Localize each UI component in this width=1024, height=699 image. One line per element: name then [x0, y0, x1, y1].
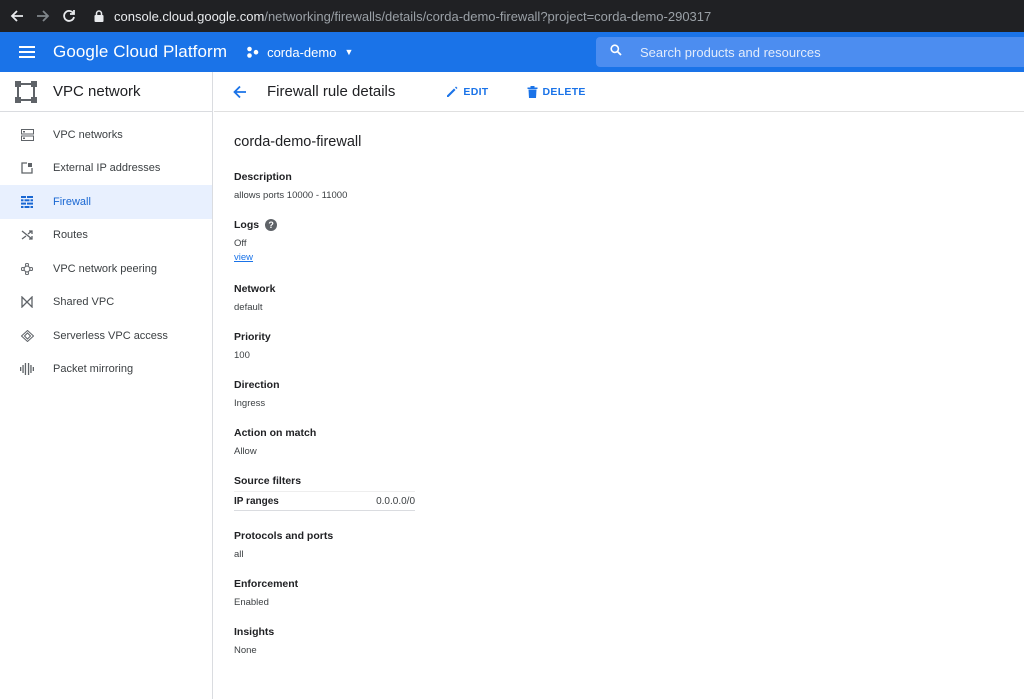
sidebar-item-routes[interactable]: Routes: [0, 219, 212, 253]
view-logs-link[interactable]: view: [234, 252, 734, 263]
main-content: Firewall rule details EDIT DELETE corda-…: [214, 72, 1024, 699]
ip-ranges-row: IP ranges 0.0.0.0/0: [234, 491, 415, 511]
sidebar-item-firewall[interactable]: Firewall: [0, 185, 212, 219]
logs-field: Logs ? Off view: [234, 218, 734, 263]
menu-icon[interactable]: [0, 32, 54, 72]
packet-mirroring-icon: [20, 362, 34, 376]
help-icon[interactable]: ?: [265, 218, 278, 231]
address-bar[interactable]: console.cloud.google.com/networking/fire…: [86, 3, 1016, 29]
page-title: Firewall rule details: [267, 83, 396, 100]
routes-icon: [20, 228, 34, 242]
trash-icon: [527, 85, 538, 98]
sidebar-item-external-ip[interactable]: External IP addresses: [0, 152, 212, 186]
project-icon: [246, 45, 260, 59]
sidebar-item-label: Serverless VPC access: [53, 329, 168, 342]
field-value: all: [234, 549, 244, 560]
field-label: Priority: [234, 330, 271, 343]
field-value: Ingress: [234, 398, 266, 409]
enforcement-field: Enforcement Enabled: [234, 577, 734, 609]
field-value: default: [234, 302, 263, 313]
shared-vpc-icon: [20, 295, 34, 309]
field-label-row: Logs ?: [234, 218, 734, 231]
insights-field: Insights None: [234, 625, 734, 657]
edit-button[interactable]: EDIT: [446, 86, 488, 98]
field-value: Enabled: [234, 597, 269, 608]
field-label: Direction: [234, 378, 280, 391]
sidebar-item-label: VPC network peering: [53, 262, 157, 275]
rule-name: corda-demo-firewall: [234, 134, 362, 150]
action-field: Action on match Allow: [234, 426, 734, 458]
search-box[interactable]: [596, 37, 1024, 67]
vpc-network-icon: [14, 80, 38, 104]
search-icon: [610, 43, 622, 61]
search-input[interactable]: [640, 44, 1000, 60]
rule-details: corda-demo-firewall Description allows p…: [234, 134, 734, 673]
priority-field: Priority 100: [234, 330, 734, 362]
serverless-vpc-icon: [20, 329, 34, 343]
back-arrow-icon[interactable]: [4, 0, 30, 32]
peering-icon: [20, 262, 34, 276]
field-value: None: [234, 645, 257, 656]
field-label: Network: [234, 282, 276, 295]
reload-icon[interactable]: [56, 0, 82, 32]
field-label: Source filters: [234, 474, 302, 487]
browser-toolbar: console.cloud.google.com/networking/fire…: [0, 0, 1024, 32]
firewall-icon: [20, 195, 34, 209]
field-label: Logs: [234, 218, 260, 231]
sidebar: VPC network VPC networks External IP add…: [0, 72, 213, 699]
sidebar-item-label: VPC networks: [53, 128, 123, 141]
sidebar-item-label: Routes: [53, 229, 88, 242]
ip-ranges-label: IP ranges: [234, 495, 279, 507]
sidebar-item-label: External IP addresses: [53, 162, 161, 175]
delete-button[interactable]: DELETE: [527, 85, 586, 98]
field-label: Insights: [234, 625, 275, 638]
field-value: Off: [234, 238, 247, 249]
field-label: Action on match: [234, 426, 317, 439]
external-ip-icon: [20, 161, 34, 175]
sidebar-item-packet-mirroring[interactable]: Packet mirroring: [0, 353, 212, 387]
vpc-networks-icon: [20, 128, 34, 142]
ip-ranges-value: 0.0.0.0/0: [376, 495, 415, 507]
field-label: Description: [234, 170, 292, 183]
app-header: Google Cloud Platform corda-demo ▼: [0, 32, 1024, 72]
sidebar-item-vpc-networks[interactable]: VPC networks: [0, 118, 212, 152]
pencil-icon: [446, 86, 458, 98]
lock-icon: [94, 10, 104, 22]
sidebar-item-vpc-peering[interactable]: VPC network peering: [0, 252, 212, 286]
description-field: Description allows ports 10000 - 11000: [234, 170, 734, 202]
sidebar-header: VPC network: [0, 72, 212, 112]
field-label: Protocols and ports: [234, 529, 334, 542]
sidebar-item-label: Packet mirroring: [53, 363, 134, 376]
forward-arrow-icon[interactable]: [30, 0, 56, 32]
field-value: allows ports 10000 - 11000: [234, 190, 348, 201]
direction-field: Direction Ingress: [234, 378, 734, 410]
delete-label: DELETE: [542, 85, 586, 98]
brand-title[interactable]: Google Cloud Platform: [53, 42, 227, 62]
project-name: corda-demo: [267, 44, 337, 60]
page-toolbar: Firewall rule details EDIT DELETE: [214, 72, 1024, 112]
back-arrow-icon[interactable]: [230, 83, 248, 101]
sidebar-item-serverless-vpc[interactable]: Serverless VPC access: [0, 319, 212, 353]
edit-label: EDIT: [463, 85, 489, 98]
url-domain: console.cloud.google.com: [114, 8, 265, 24]
field-label: Enforcement: [234, 577, 299, 590]
chevron-down-icon: ▼: [344, 47, 354, 57]
sidebar-nav: VPC networks External IP addresses Firew…: [0, 112, 212, 386]
sidebar-item-label: Firewall: [53, 195, 91, 208]
protocols-field: Protocols and ports all: [234, 529, 734, 561]
source-filters-field: Source filters IP ranges 0.0.0.0/0: [234, 474, 734, 511]
sidebar-title: VPC network: [53, 83, 141, 100]
field-value: Allow: [234, 446, 257, 457]
sidebar-item-label: Shared VPC: [53, 296, 115, 309]
field-value: 100: [234, 350, 250, 361]
url-path: /networking/firewalls/details/corda-demo…: [264, 8, 712, 24]
network-field: Network default: [234, 282, 734, 314]
sidebar-item-shared-vpc[interactable]: Shared VPC: [0, 286, 212, 320]
project-selector[interactable]: corda-demo ▼: [246, 45, 353, 60]
